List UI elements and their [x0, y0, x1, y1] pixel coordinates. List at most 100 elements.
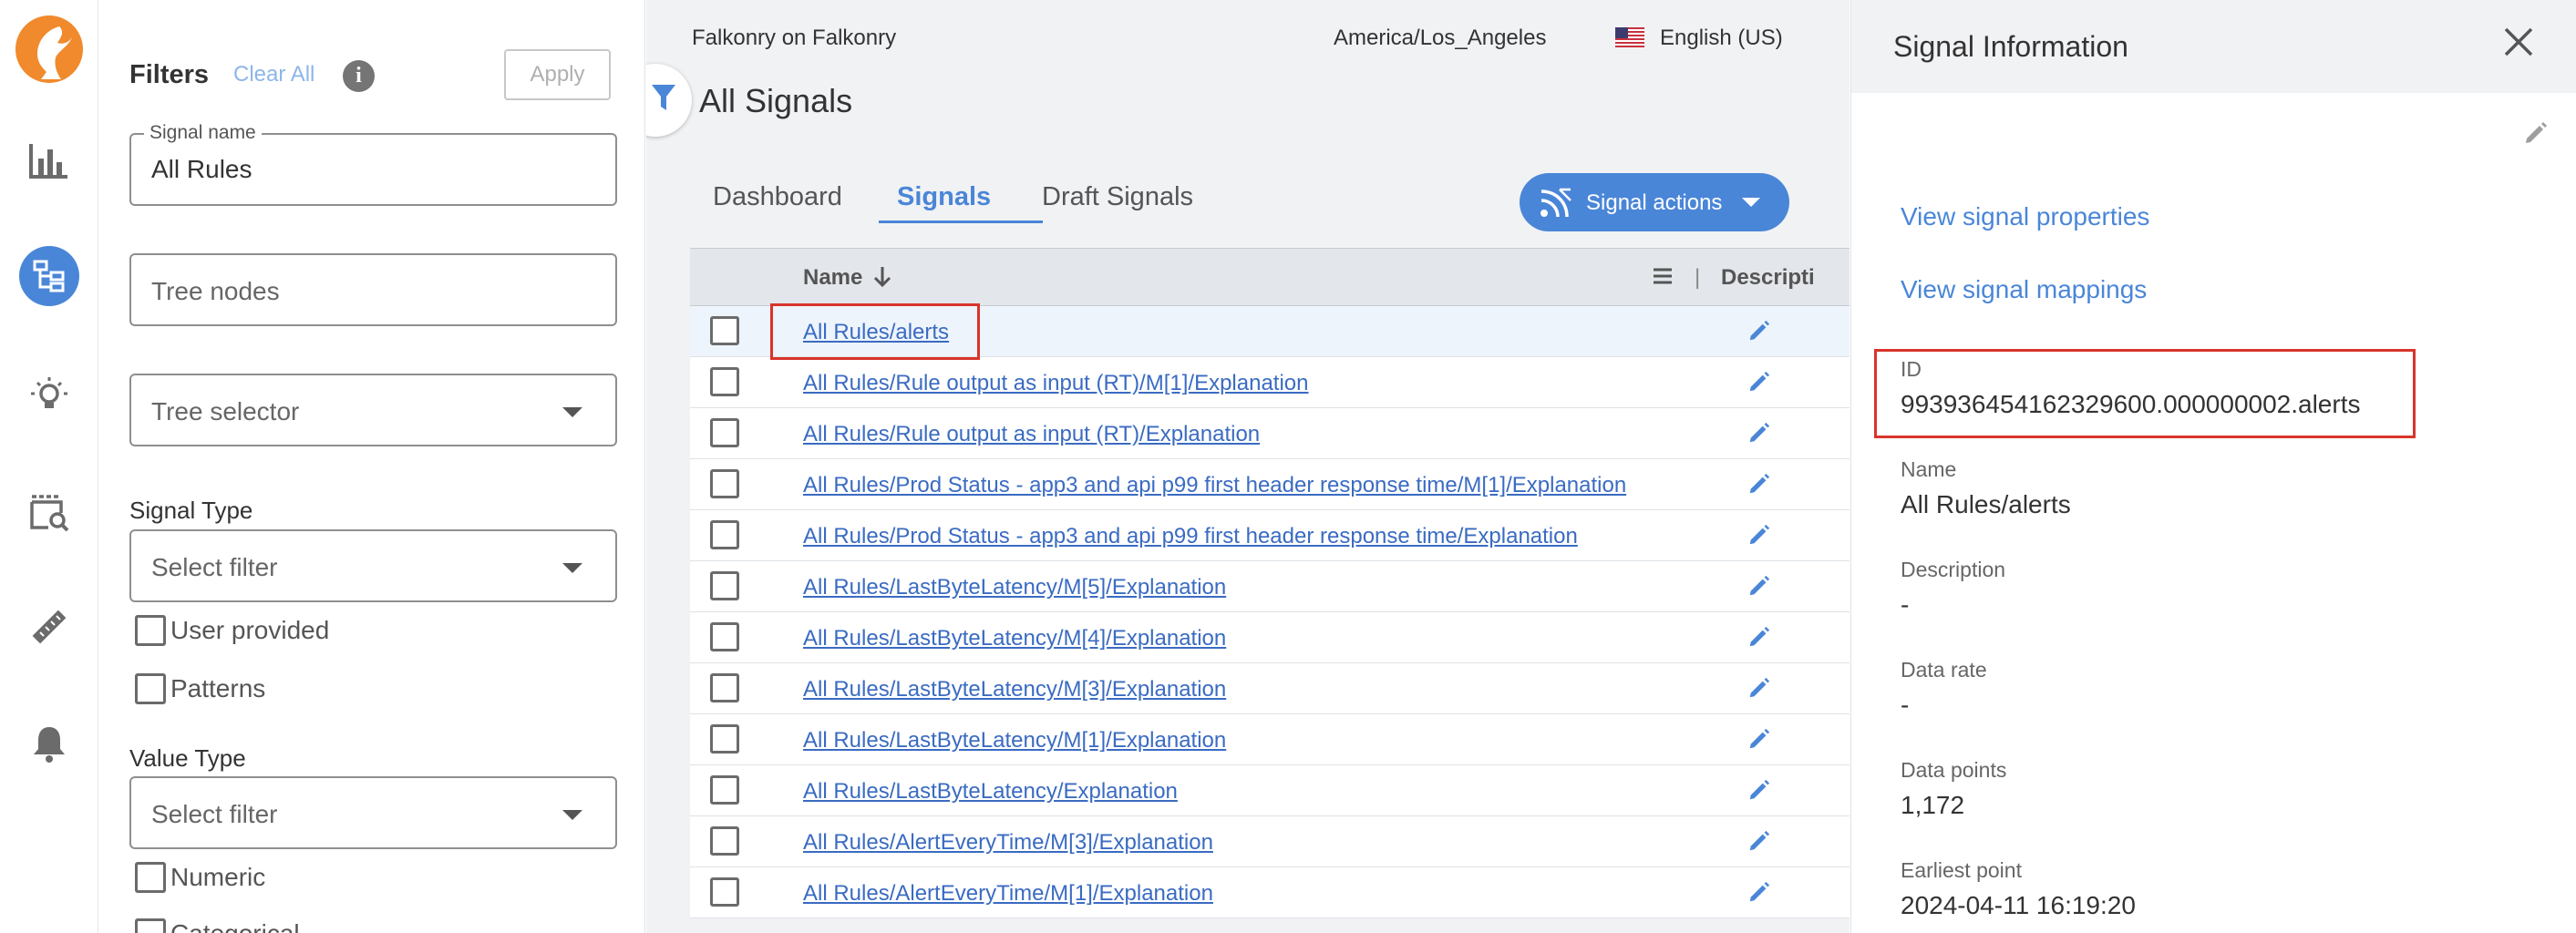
- table-row[interactable]: All Rules/Rule output as input (RT)/Expl…: [690, 408, 1850, 459]
- row-checkbox[interactable]: [710, 571, 739, 600]
- signal-name-link[interactable]: All Rules/LastByteLatency/Explanation: [803, 779, 1178, 805]
- view-signal-mappings-link[interactable]: View signal mappings: [1901, 275, 2147, 304]
- edit-pencil-icon[interactable]: [1747, 523, 1771, 547]
- numeric-checkbox[interactable]: [135, 862, 166, 893]
- table-row[interactable]: All Rules/Prod Status - app3 and api p99…: [690, 459, 1850, 510]
- timezone-label[interactable]: America/Los_Angeles: [1334, 26, 1546, 51]
- tree-selector-dropdown[interactable]: Tree selector: [129, 374, 617, 446]
- sort-arrow-down-icon[interactable]: [872, 265, 892, 289]
- ruler-icon[interactable]: [16, 594, 82, 660]
- filters-title: Filters: [129, 60, 210, 89]
- table-row[interactable]: All Rules/LastByteLatency/Explanation: [690, 765, 1850, 816]
- row-checkbox[interactable]: [710, 469, 739, 498]
- nav-rail: [0, 0, 98, 933]
- table-row[interactable]: All Rules/LastByteLatency/M[3]/Explanati…: [690, 663, 1850, 714]
- signal-name-link[interactable]: All Rules/AlertEveryTime/M[3]/Explanatio…: [803, 830, 1213, 856]
- tree-nodes-input[interactable]: Tree nodes: [129, 253, 617, 326]
- edit-pencil-icon[interactable]: [1747, 319, 1771, 343]
- edit-pencil-icon[interactable]: [1747, 880, 1771, 904]
- signal-name-link[interactable]: All Rules/LastByteLatency/M[4]/Explanati…: [803, 626, 1226, 651]
- tree-icon[interactable]: [19, 246, 79, 306]
- categorical-checkbox[interactable]: [135, 918, 166, 933]
- row-checkbox[interactable]: [710, 622, 739, 651]
- table-row[interactable]: All Rules/LastByteLatency/M[1]/Explanati…: [690, 714, 1850, 765]
- row-checkbox[interactable]: [710, 826, 739, 856]
- numeric-option[interactable]: Numeric: [135, 862, 265, 893]
- view-signal-properties-link[interactable]: View signal properties: [1901, 202, 2149, 231]
- clear-all-link[interactable]: Clear All: [233, 62, 314, 87]
- column-menu-icon[interactable]: [1652, 267, 1674, 285]
- funnel-icon: [652, 85, 675, 110]
- value-type-dropdown[interactable]: Select filter: [129, 776, 617, 849]
- lightbulb-icon[interactable]: [16, 363, 82, 428]
- signal-name-link[interactable]: All Rules/AlertEveryTime/M[1]/Explanatio…: [803, 881, 1213, 907]
- earliest-point-label: Earliest point: [1901, 858, 2022, 882]
- row-checkbox[interactable]: [710, 877, 739, 907]
- row-checkbox[interactable]: [710, 724, 739, 754]
- table-row[interactable]: All Rules/Prod Status - app3 and api p99…: [690, 510, 1850, 561]
- edit-pencil-icon[interactable]: [1747, 829, 1771, 853]
- categorical-option[interactable]: Categorical: [135, 918, 300, 933]
- close-icon[interactable]: [2502, 26, 2535, 58]
- edit-pencil-icon[interactable]: [1747, 778, 1771, 802]
- bar-chart-icon[interactable]: [16, 128, 82, 193]
- table-row[interactable]: All Rules/LastByteLatency/M[4]/Explanati…: [690, 612, 1850, 663]
- signal-name-link[interactable]: All Rules/LastByteLatency/M[5]/Explanati…: [803, 575, 1226, 600]
- user-provided-checkbox[interactable]: [135, 615, 166, 646]
- apply-button[interactable]: Apply: [504, 49, 611, 100]
- row-checkbox[interactable]: [710, 775, 739, 805]
- patterns-option[interactable]: Patterns: [135, 673, 265, 704]
- org-name[interactable]: Falkonry on Falkonry: [692, 26, 896, 51]
- chevron-down-icon: [562, 810, 582, 820]
- info-panel-title: Signal Information: [1893, 30, 2128, 63]
- patterns-checkbox[interactable]: [135, 673, 166, 704]
- signal-type-label: Signal Type: [129, 497, 253, 524]
- edit-pencil-icon[interactable]: [1747, 421, 1771, 445]
- data-points-label: Data points: [1901, 758, 2007, 782]
- value-type-label: Value Type: [129, 744, 246, 772]
- signal-name-field[interactable]: Signal name All Rules: [129, 122, 617, 206]
- filters-panel: Filters Clear All i Apply Signal name Al…: [99, 0, 645, 933]
- signal-name-link[interactable]: All Rules/Prod Status - app3 and api p99…: [803, 524, 1578, 549]
- bell-icon[interactable]: [16, 711, 82, 776]
- highlight-box-selected-row: [770, 303, 980, 360]
- column-description-header[interactable]: Descripti: [1721, 265, 1815, 291]
- row-checkbox[interactable]: [710, 520, 739, 549]
- language-selector[interactable]: English (US): [1660, 26, 1783, 51]
- edit-pencil-icon[interactable]: [1747, 370, 1771, 394]
- signal-name-link[interactable]: All Rules/Rule output as input (RT)/Expl…: [803, 422, 1260, 447]
- table-row[interactable]: All Rules/AlertEveryTime/M[1]/Explanatio…: [690, 867, 1850, 918]
- signal-type-dropdown[interactable]: Select filter: [129, 529, 617, 602]
- row-checkbox[interactable]: [710, 673, 739, 702]
- film-search-icon[interactable]: [16, 479, 82, 545]
- pencil-icon[interactable]: [2523, 120, 2549, 146]
- user-provided-option[interactable]: User provided: [135, 615, 329, 646]
- edit-pencil-icon[interactable]: [1747, 472, 1771, 496]
- signal-name-link[interactable]: All Rules/LastByteLatency/M[1]/Explanati…: [803, 728, 1226, 754]
- table-header: Name | Descripti: [690, 248, 1850, 306]
- table-row[interactable]: All Rules/Rule output as input (RT)/M[1]…: [690, 357, 1850, 408]
- info-icon[interactable]: i: [343, 60, 375, 92]
- active-tab-indicator: [879, 220, 1043, 223]
- edit-pencil-icon[interactable]: [1747, 625, 1771, 649]
- tab-dashboard[interactable]: Dashboard: [713, 182, 842, 212]
- table-row[interactable]: All Rules/AlertEveryTime/M[3]/Explanatio…: [690, 816, 1850, 867]
- table-row[interactable]: All Rules/LastByteLatency/M[5]/Explanati…: [690, 561, 1850, 612]
- signal-name-link[interactable]: All Rules/Rule output as input (RT)/M[1]…: [803, 371, 1309, 396]
- falkonry-logo[interactable]: [15, 15, 83, 83]
- row-checkbox[interactable]: [710, 418, 739, 447]
- edit-pencil-icon[interactable]: [1747, 574, 1771, 598]
- signal-name-link[interactable]: All Rules/LastByteLatency/M[3]/Explanati…: [803, 677, 1226, 702]
- data-points-value: 1,172: [1901, 791, 1965, 819]
- edit-pencil-icon[interactable]: [1747, 727, 1771, 751]
- info-panel-header: Signal Information: [1851, 0, 2576, 93]
- column-name-header[interactable]: Name: [803, 265, 862, 291]
- tab-signals[interactable]: Signals: [897, 182, 991, 212]
- edit-pencil-icon[interactable]: [1747, 676, 1771, 700]
- signal-actions-button[interactable]: Signal actions: [1520, 173, 1789, 231]
- filter-toggle-button[interactable]: [646, 64, 692, 137]
- row-checkbox[interactable]: [710, 367, 739, 396]
- tab-draft-signals[interactable]: Draft Signals: [1042, 182, 1193, 212]
- row-checkbox[interactable]: [710, 316, 739, 345]
- signal-name-link[interactable]: All Rules/Prod Status - app3 and api p99…: [803, 473, 1626, 498]
